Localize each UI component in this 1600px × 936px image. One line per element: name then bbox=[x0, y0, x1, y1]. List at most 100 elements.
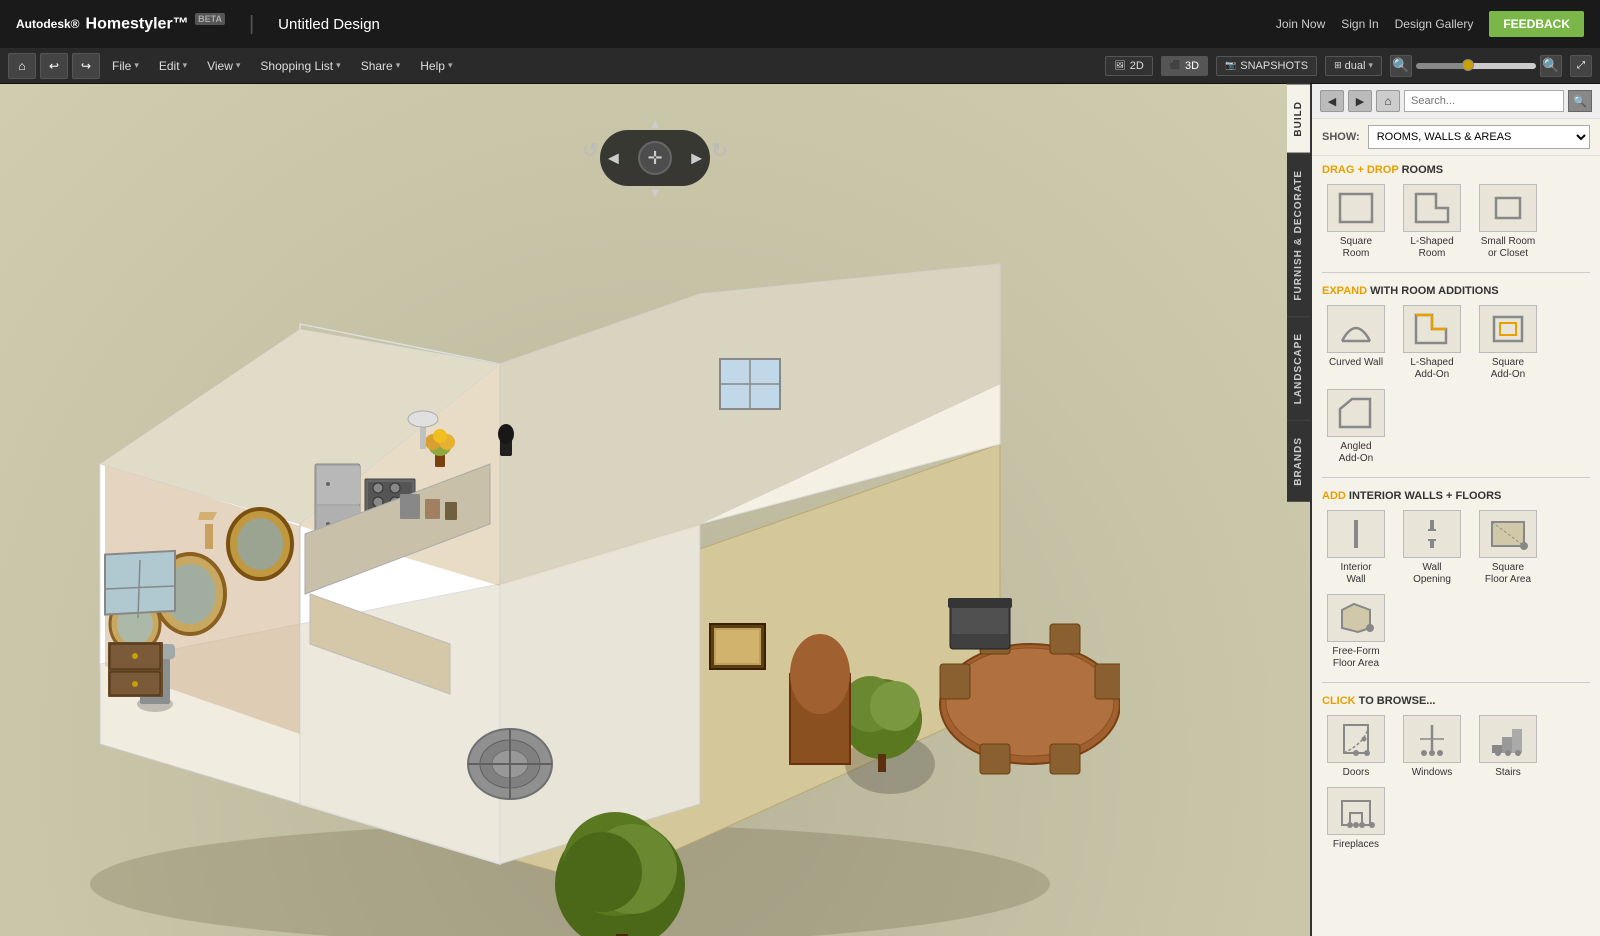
pan-down-button[interactable]: ▼ bbox=[649, 185, 662, 200]
interior-section-title: ADD INTERIOR WALLS + FLOORS bbox=[1312, 482, 1600, 506]
snapshots-button[interactable]: 📷 SNAPSHOTS bbox=[1216, 56, 1317, 76]
browse-section-title: CLICK TO BROWSE... bbox=[1312, 687, 1600, 711]
nav-center-button[interactable]: ✛ bbox=[638, 141, 672, 175]
help-menu[interactable]: Help ▾ bbox=[412, 55, 460, 77]
home-icon-button[interactable]: ⌂ bbox=[8, 53, 36, 79]
lshaped-room-icon bbox=[1403, 184, 1461, 232]
share-menu[interactable]: Share ▾ bbox=[353, 55, 409, 77]
room-item-small[interactable]: Small Roomor Closet bbox=[1474, 184, 1542, 260]
zoom-slider-handle[interactable] bbox=[1462, 59, 1474, 71]
addition-square[interactable]: SquareAdd-On bbox=[1474, 305, 1542, 381]
show-row: SHOW: ROOMS, WALLS & AREAS ALL WALLS ONL… bbox=[1312, 119, 1600, 156]
browse-stairs[interactable]: Stairs bbox=[1474, 715, 1542, 779]
fullscreen-button[interactable]: ⤢ bbox=[1570, 55, 1592, 77]
divider-3 bbox=[1322, 682, 1590, 683]
view-controls: 🖼 2D ⬛ 3D 📷 SNAPSHOTS ⊞ dual ▾ 🔍 🔍 ⤢ bbox=[1105, 55, 1592, 77]
curved-wall-icon bbox=[1327, 305, 1385, 353]
interior-wall-icon bbox=[1327, 510, 1385, 558]
redo-button[interactable]: ↪ bbox=[72, 53, 100, 79]
dual-view-button[interactable]: ⊞ dual ▾ bbox=[1325, 56, 1382, 76]
panel-search-button[interactable]: 🔍 bbox=[1568, 90, 1592, 112]
undo-button[interactable]: ↩ bbox=[40, 53, 68, 79]
design-title: Untitled Design bbox=[278, 16, 380, 33]
feedback-button[interactable]: FEEDBACK bbox=[1489, 11, 1584, 37]
tab-build[interactable]: BUILD bbox=[1287, 84, 1310, 153]
drag-heading-rest: ROOMS bbox=[1402, 164, 1444, 176]
angled-addon-label: AngledAdd-On bbox=[1339, 441, 1373, 465]
addition-curved-wall[interactable]: Curved Wall bbox=[1322, 305, 1390, 381]
canvas-area[interactable]: ↺ ◀ ✛ ▶ ↻ ▲ ▼ bbox=[0, 84, 1310, 936]
square-floor-label: SquareFloor Area bbox=[1485, 562, 1531, 586]
windows-icon bbox=[1403, 715, 1461, 763]
shopping-list-menu[interactable]: Shopping List ▾ bbox=[252, 55, 348, 77]
square-addon-icon bbox=[1479, 305, 1537, 353]
zoom-controls: 🔍 🔍 bbox=[1390, 55, 1562, 77]
tab-furnish[interactable]: FURNISH & DECORATE bbox=[1287, 153, 1310, 317]
square-floor-item[interactable]: SquareFloor Area bbox=[1474, 510, 1542, 586]
shopping-arrow: ▾ bbox=[336, 60, 341, 71]
wall-opening-icon bbox=[1403, 510, 1461, 558]
expand-heading-rest: WITH ROOM ADDITIONS bbox=[1370, 285, 1499, 297]
angled-addon-icon bbox=[1327, 389, 1385, 437]
divider-2 bbox=[1322, 477, 1590, 478]
edit-menu[interactable]: Edit ▾ bbox=[151, 55, 195, 77]
share-arrow: ▾ bbox=[396, 60, 401, 71]
fireplaces-label: Fireplaces bbox=[1333, 839, 1379, 851]
freeform-floor-label: Free-FormFloor Area bbox=[1332, 646, 1379, 670]
windows-label: Windows bbox=[1412, 767, 1453, 779]
panel-forward-button[interactable]: ▶ bbox=[1348, 90, 1372, 112]
addition-angled[interactable]: AngledAdd-On bbox=[1322, 389, 1390, 465]
drag-heading-accent: DRAG + DROP bbox=[1322, 164, 1402, 176]
main-content: ↺ ◀ ✛ ▶ ↻ ▲ ▼ BUILD FURNISH & DECORATE L… bbox=[0, 84, 1600, 936]
logo-company: Autodesk® bbox=[16, 17, 80, 31]
zoom-slider[interactable] bbox=[1416, 63, 1536, 69]
pan-right-button[interactable]: ▶ bbox=[691, 150, 702, 167]
panel-back-button[interactable]: ◀ bbox=[1320, 90, 1344, 112]
join-now-link[interactable]: Join Now bbox=[1276, 17, 1325, 31]
pan-up-button[interactable]: ▲ bbox=[649, 116, 662, 131]
rooms-grid: SquareRoom L-ShapedRoom Small Roomor bbox=[1312, 180, 1600, 268]
browse-doors[interactable]: Doors bbox=[1322, 715, 1390, 779]
panel-home-button[interactable]: ⌂ bbox=[1376, 90, 1400, 112]
addition-lshaped[interactable]: L-ShapedAdd-On bbox=[1398, 305, 1466, 381]
square-floor-icon bbox=[1479, 510, 1537, 558]
tab-brands[interactable]: BRANDS bbox=[1287, 420, 1310, 502]
zoom-in-button[interactable]: 🔍 bbox=[1540, 55, 1562, 77]
stairs-label: Stairs bbox=[1495, 767, 1521, 779]
interior-wall-item[interactable]: InteriorWall bbox=[1322, 510, 1390, 586]
panel-search-input[interactable] bbox=[1404, 90, 1564, 112]
freeform-floor-icon bbox=[1327, 594, 1385, 642]
browse-windows[interactable]: Windows bbox=[1398, 715, 1466, 779]
top-links: Join Now Sign In Design Gallery FEEDBACK bbox=[1276, 11, 1584, 37]
square-addon-label: SquareAdd-On bbox=[1491, 357, 1525, 381]
show-label: SHOW: bbox=[1322, 131, 1360, 143]
freeform-floor-item[interactable]: Free-FormFloor Area bbox=[1322, 594, 1390, 670]
title-separator: | bbox=[249, 13, 254, 36]
view-3d-button[interactable]: ⬛ 3D bbox=[1161, 56, 1208, 76]
tab-landscape[interactable]: LANDSCAPE bbox=[1287, 316, 1310, 420]
house-3d-view bbox=[0, 84, 1310, 936]
browse-fireplaces[interactable]: Fireplaces bbox=[1322, 787, 1390, 851]
room-item-lshaped[interactable]: L-ShapedRoom bbox=[1398, 184, 1466, 260]
show-select[interactable]: ROOMS, WALLS & AREAS ALL WALLS ONLY bbox=[1368, 125, 1590, 149]
app-logo: Autodesk® Homestyler™ BETA bbox=[16, 14, 225, 33]
interior-heading-rest: INTERIOR WALLS + FLOORS bbox=[1349, 490, 1501, 502]
view-menu[interactable]: View ▾ bbox=[199, 55, 248, 77]
wall-opening-item[interactable]: WallOpening bbox=[1398, 510, 1466, 586]
file-menu[interactable]: File ▾ bbox=[104, 55, 147, 77]
lshaped-addon-label: L-ShapedAdd-On bbox=[1410, 357, 1453, 381]
zoom-out-button[interactable]: 🔍 bbox=[1390, 55, 1412, 77]
file-arrow: ▾ bbox=[134, 60, 139, 71]
sign-in-link[interactable]: Sign In bbox=[1341, 17, 1378, 31]
view-2d-button[interactable]: 🖼 2D bbox=[1105, 56, 1153, 76]
room-item-square[interactable]: SquareRoom bbox=[1322, 184, 1390, 260]
rotate-left-button[interactable]: ↺ bbox=[582, 138, 599, 163]
square-room-icon bbox=[1327, 184, 1385, 232]
design-gallery-link[interactable]: Design Gallery bbox=[1395, 17, 1474, 31]
browse-heading-accent: CLICK bbox=[1322, 695, 1359, 707]
lshaped-room-label: L-ShapedRoom bbox=[1410, 236, 1453, 260]
rotate-right-button[interactable]: ↻ bbox=[711, 138, 728, 163]
wall-opening-label: WallOpening bbox=[1413, 562, 1451, 586]
help-arrow: ▾ bbox=[448, 60, 453, 71]
pan-left-button[interactable]: ◀ bbox=[608, 150, 619, 167]
